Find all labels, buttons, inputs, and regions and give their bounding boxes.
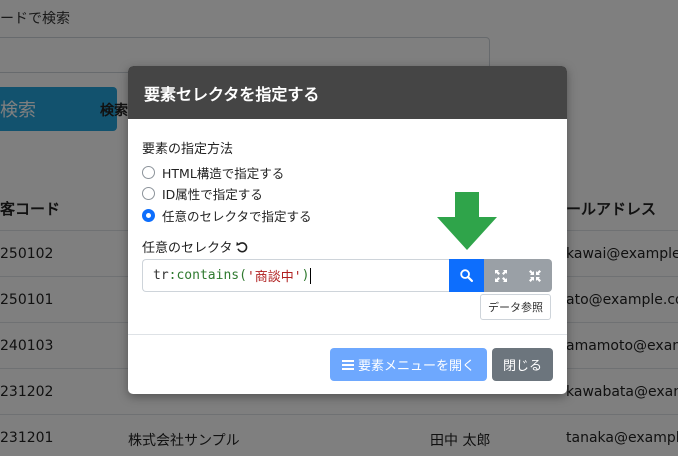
radio-html-structure[interactable]: HTML構造で指定する (142, 163, 284, 182)
selector-label: 任意のセレクタ (142, 237, 249, 256)
expand-selection-button[interactable] (484, 259, 518, 292)
shrink-icon (529, 269, 541, 282)
selector-value-func: :contains( (168, 268, 247, 283)
radio-button-checked[interactable] (142, 209, 155, 222)
selector-value-string: '商談中' (246, 270, 302, 285)
modal-footer: 要素メニューを開く 閉じる (128, 334, 567, 394)
radio-button[interactable] (142, 187, 155, 200)
open-element-menu-label: 要素メニューを開く (357, 359, 475, 374)
selector-value-suffix: ) (301, 268, 310, 283)
radio-label: HTML構造で指定する (162, 166, 285, 181)
shrink-selection-button[interactable] (518, 259, 552, 292)
radio-button[interactable] (142, 166, 155, 179)
arrow-down-icon (437, 192, 497, 250)
radio-custom-selector[interactable]: 任意のセレクタで指定する (142, 206, 312, 225)
undo-icon[interactable] (235, 240, 249, 254)
search-icon (460, 269, 473, 282)
selector-value-tag: tr (153, 268, 169, 283)
menu-icon (341, 359, 354, 370)
modal-title: 要素セレクタを指定する (128, 66, 567, 119)
text-caret (310, 267, 312, 284)
radio-id-attribute[interactable]: ID属性で指定する (142, 184, 263, 203)
method-title: 要素の指定方法 (142, 142, 234, 157)
selector-label-text: 任意のセレクタ (142, 241, 233, 256)
close-button[interactable]: 閉じる (492, 348, 553, 381)
data-reference-button[interactable]: データ参照 (480, 294, 551, 320)
open-element-menu-button[interactable]: 要素メニューを開く (330, 348, 487, 381)
selector-input[interactable]: tr:contains('商談中') (142, 259, 449, 292)
expand-icon (495, 269, 507, 282)
radio-label: ID属性で指定する (162, 187, 263, 202)
radio-label: 任意のセレクタで指定する (162, 209, 312, 224)
selector-modal: 要素セレクタを指定する 要素の指定方法 HTML構造で指定する ID属性で指定す… (128, 66, 567, 394)
search-selector-button[interactable] (449, 259, 484, 292)
